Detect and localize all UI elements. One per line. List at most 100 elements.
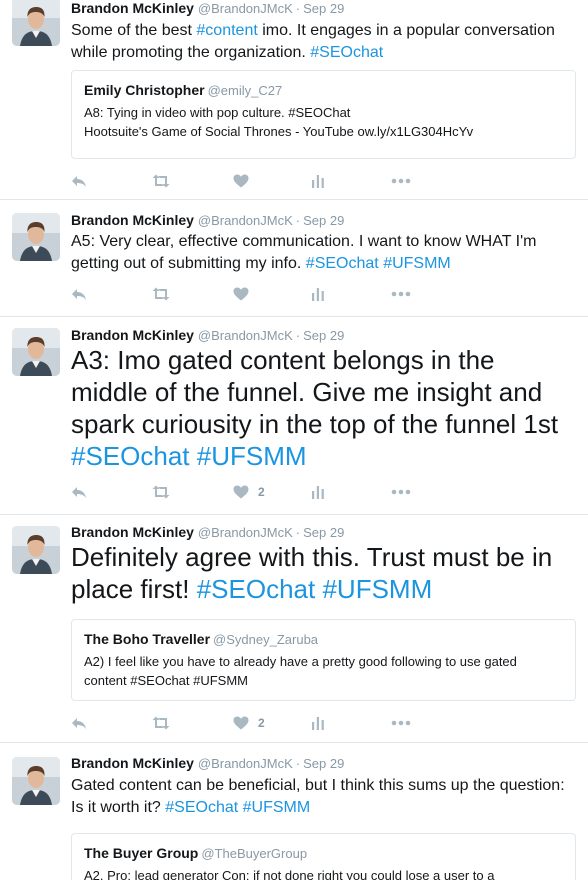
tweet-header: Brandon McKinley @BrandonJMcK · Sep 29 [71, 211, 344, 229]
quoted-tweet-line: A8: Tying in video with pop culture. #SE… [84, 105, 351, 120]
retweet-button[interactable] [151, 713, 171, 733]
avatar[interactable] [12, 328, 60, 376]
heart-icon [233, 485, 249, 499]
tweet-text: A5: Very clear, effective communication.… [71, 231, 576, 275]
retweet-button[interactable] [151, 171, 171, 191]
tweet-timestamp[interactable]: Sep 29 [303, 1, 344, 16]
hashtag-link[interactable]: #SEOchat [165, 799, 238, 816]
avatar[interactable] [12, 0, 60, 46]
avatar[interactable] [12, 213, 60, 261]
tweet-actions [71, 284, 491, 304]
reply-button[interactable] [71, 713, 87, 733]
like-button[interactable]: 2 [233, 713, 265, 733]
more-options-button[interactable] [391, 171, 411, 191]
analytics-button[interactable] [311, 713, 325, 733]
tweet-text: Definitely agree with this. Trust must b… [71, 541, 576, 605]
quoted-tweet-fullname: Emily Christopher [84, 82, 205, 98]
quoted-tweet-line: A2) I feel like you have to already have… [84, 654, 517, 688]
analytics-button[interactable] [311, 284, 325, 304]
quoted-tweet-fullname: The Boho Traveller [84, 631, 211, 647]
timeline: Brandon McKinley @BrandonJMcK · Sep 29 Some… [0, 0, 588, 880]
separator-dot: · [295, 1, 301, 16]
reply-button[interactable] [71, 284, 87, 304]
more-icon [391, 178, 411, 184]
tweet-username[interactable]: @BrandonJMcK [198, 756, 293, 771]
quoted-tweet-text: A2) I feel like you have to already have… [84, 652, 563, 690]
hashtag-link[interactable]: #SEOchat [310, 44, 383, 61]
hashtag-link[interactable]: #SEOchat [197, 574, 316, 604]
reply-icon [71, 287, 87, 301]
quoted-tweet-line: A2. Pro: lead generator Con: if not done… [84, 868, 495, 880]
reply-icon [71, 174, 87, 188]
tweet-fullname[interactable]: Brandon McKinley [71, 212, 194, 228]
tweet-username[interactable]: @BrandonJMcK [198, 525, 293, 540]
avatar[interactable] [12, 757, 60, 805]
quoted-tweet-username: @emily_C27 [207, 83, 283, 98]
tweet-header: Brandon McKinley @BrandonJMcK · Sep 29 [71, 754, 344, 772]
separator-dot: · [295, 756, 301, 771]
tweet[interactable]: Brandon McKinley @BrandonJMcK · Sep 29 A5: … [0, 200, 588, 317]
tweet[interactable]: Brandon McKinley @BrandonJMcK · Sep 29 Gate… [0, 743, 588, 880]
analytics-icon [311, 485, 325, 499]
tweet[interactable]: Brandon McKinley @BrandonJMcK · Sep 29 Defi… [0, 515, 588, 743]
reply-icon [71, 716, 87, 730]
tweet-username[interactable]: @BrandonJMcK [198, 213, 293, 228]
tweet-text-segment: Gated content can be beneficial, but I t… [71, 777, 565, 816]
retweet-button[interactable] [151, 284, 171, 304]
analytics-button[interactable] [311, 171, 325, 191]
hashtag-link[interactable]: #content [196, 22, 257, 39]
quoted-tweet[interactable]: Emily Christopher @emily_C27 A8: Tying in… [71, 70, 576, 159]
tweet-text-segment: A3: Imo gated content belongs in the mid… [71, 345, 559, 439]
reply-icon [71, 485, 87, 499]
reply-button[interactable] [71, 171, 87, 191]
hashtag-link[interactable]: #SEOchat [71, 441, 190, 471]
like-button[interactable] [233, 284, 249, 304]
more-icon [391, 489, 411, 495]
tweet-header: Brandon McKinley @BrandonJMcK · Sep 29 [71, 523, 344, 541]
more-options-button[interactable] [391, 713, 411, 733]
quoted-tweet-line: Hootsuite's Game of Social Thrones - You… [84, 124, 474, 139]
tweet-timestamp[interactable]: Sep 29 [303, 525, 344, 540]
more-options-button[interactable] [391, 284, 411, 304]
more-options-button[interactable] [391, 482, 411, 502]
tweet-username[interactable]: @BrandonJMcK [198, 1, 293, 16]
hashtag-link[interactable]: #SEOchat [306, 255, 379, 272]
analytics-icon [311, 174, 325, 188]
tweet-timestamp[interactable]: Sep 29 [303, 756, 344, 771]
retweet-icon [151, 174, 171, 188]
avatar[interactable] [12, 526, 60, 574]
quoted-tweet[interactable]: The Buyer Group @TheBuyerGroup A2. Pro: l… [71, 833, 576, 880]
heart-icon [233, 287, 249, 301]
tweet-fullname[interactable]: Brandon McKinley [71, 524, 194, 540]
tweet-text: Gated content can be beneficial, but I t… [71, 775, 576, 819]
tweet-timestamp[interactable]: Sep 29 [303, 328, 344, 343]
tweet-header: Brandon McKinley @BrandonJMcK · Sep 29 [71, 326, 344, 344]
analytics-button[interactable] [311, 482, 325, 502]
retweet-icon [151, 485, 171, 499]
tweet[interactable]: Brandon McKinley @BrandonJMcK · Sep 29 Some… [0, 0, 588, 200]
tweet-timestamp[interactable]: Sep 29 [303, 213, 344, 228]
quoted-tweet-fullname: The Buyer Group [84, 845, 199, 861]
retweet-icon [151, 287, 171, 301]
quoted-tweet[interactable]: The Boho Traveller @Sydney_Zaruba A2) I f… [71, 619, 576, 701]
tweet-username[interactable]: @BrandonJMcK [198, 328, 293, 343]
tweet[interactable]: Brandon McKinley @BrandonJMcK · Sep 29 A3: … [0, 317, 588, 515]
like-button[interactable] [233, 171, 249, 191]
quoted-tweet-username: @Sydney_Zaruba [213, 632, 319, 647]
reply-button[interactable] [71, 482, 87, 502]
more-icon [391, 291, 411, 297]
tweet-fullname[interactable]: Brandon McKinley [71, 755, 194, 771]
hashtag-link[interactable]: #UFSMM [243, 799, 311, 816]
quoted-tweet-text: A2. Pro: lead generator Con: if not done… [84, 866, 563, 880]
retweet-button[interactable] [151, 482, 171, 502]
like-count: 2 [258, 485, 265, 499]
tweet-fullname[interactable]: Brandon McKinley [71, 327, 194, 343]
hashtag-link[interactable]: #UFSMM [383, 255, 451, 272]
like-button[interactable]: 2 [233, 482, 265, 502]
hashtag-link[interactable]: #UFSMM [197, 441, 307, 471]
tweet-fullname[interactable]: Brandon McKinley [71, 0, 194, 16]
separator-dot: · [295, 328, 301, 343]
more-icon [391, 720, 411, 726]
hashtag-link[interactable]: #UFSMM [322, 574, 432, 604]
tweet-text-segment: Some of the best [71, 22, 197, 39]
